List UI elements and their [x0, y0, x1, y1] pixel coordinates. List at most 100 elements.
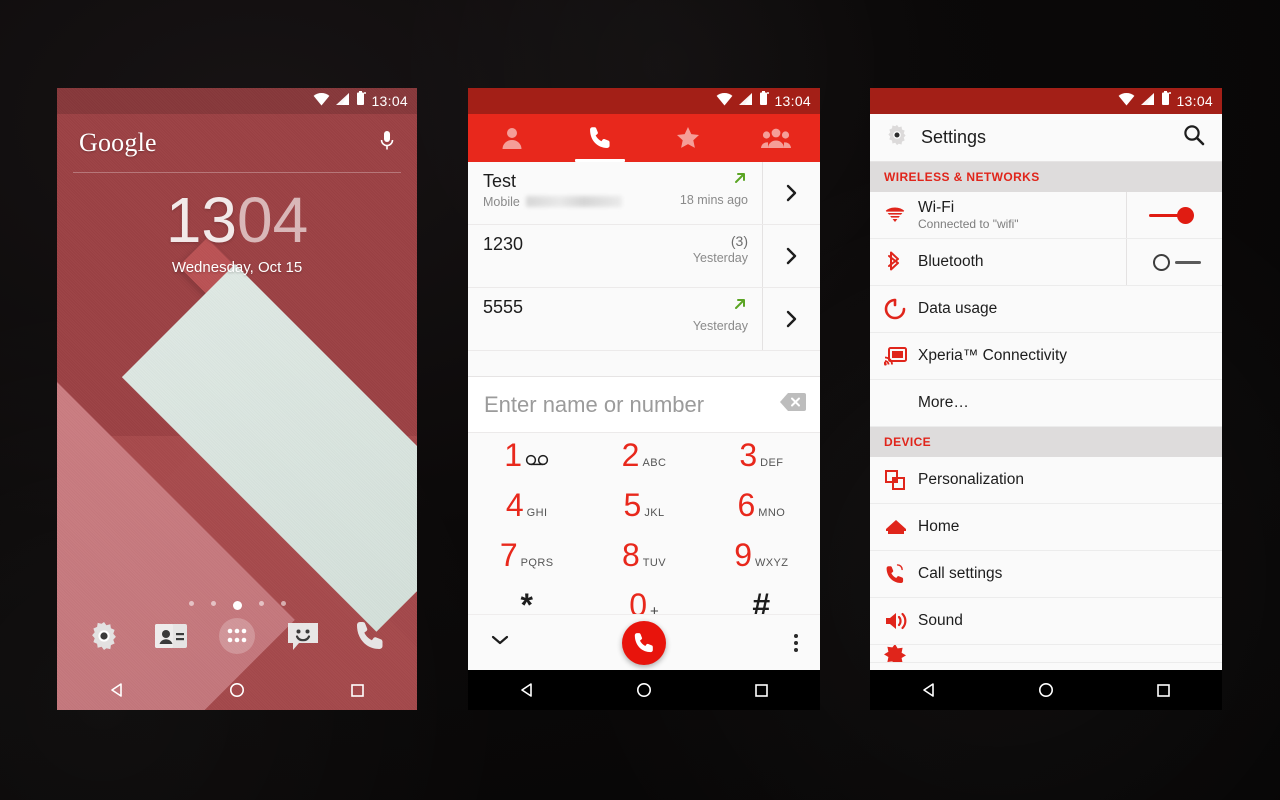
settings-item-label: More…: [918, 394, 969, 412]
signal-icon: [738, 92, 753, 111]
call-log-row[interactable]: 5555 Yesterday: [468, 288, 820, 351]
back-icon[interactable]: [507, 675, 547, 705]
back-icon[interactable]: [97, 675, 137, 705]
key-letters: ABC: [642, 457, 667, 469]
settings-item-label: Data usage: [918, 300, 998, 318]
call-log-main: Test Mobile: [468, 162, 654, 224]
home-icon[interactable]: [1026, 675, 1066, 705]
wifi-toggle[interactable]: [1126, 192, 1222, 238]
microphone-icon[interactable]: [379, 129, 395, 158]
dock-item-app-drawer[interactable]: [215, 614, 259, 658]
status-bar-home[interactable]: 13:04: [57, 88, 417, 114]
settings-item-more[interactable]: More…: [870, 380, 1222, 427]
dialer-bottom-bar: [468, 614, 820, 670]
toggle-switch-off[interactable]: [1147, 253, 1203, 271]
status-bar-dialer[interactable]: 13:04: [468, 88, 820, 114]
battery-icon: [758, 91, 770, 111]
chevron-right-icon: [786, 247, 797, 265]
widget-divider: [73, 172, 401, 173]
recents-icon[interactable]: [1143, 675, 1183, 705]
settings-item-personalization[interactable]: Personalization: [870, 457, 1222, 504]
settings-item-home[interactable]: Home: [870, 504, 1222, 551]
key-digit: 2: [621, 437, 640, 473]
call-log-time: Yesterday: [692, 251, 748, 265]
tab-call-log[interactable]: [556, 114, 644, 162]
call-button[interactable]: [622, 620, 666, 665]
person-icon: [502, 128, 522, 149]
key-letters: MNO: [758, 507, 786, 519]
settings-item-data-usage[interactable]: Data usage: [870, 286, 1222, 333]
key-6[interactable]: 6 MNO: [703, 489, 820, 539]
display-icon: [884, 645, 918, 662]
settings-title-group: Settings: [884, 122, 986, 153]
tab-active-indicator: [575, 159, 625, 162]
search-icon[interactable]: [1182, 123, 1206, 152]
call-log-detail-button[interactable]: [762, 288, 820, 350]
status-bar-settings[interactable]: 13:04: [870, 88, 1222, 114]
recents-icon[interactable]: [337, 675, 377, 705]
cast-icon: [884, 346, 918, 366]
data-usage-icon: [884, 298, 918, 320]
call-log-title: 5555: [483, 297, 524, 317]
overflow-menu-icon[interactable]: [794, 633, 798, 652]
settings-item-bluetooth[interactable]: Bluetooth: [870, 239, 1222, 286]
settings-item-label: Bluetooth: [918, 253, 984, 271]
call-log-row[interactable]: 1230 (3) Yesterday: [468, 225, 820, 288]
key-8[interactable]: 8 TUV: [585, 539, 702, 589]
dock-item-settings[interactable]: [82, 614, 126, 658]
clock-widget[interactable]: 1304 Wednesday, Oct 15: [57, 188, 417, 276]
settings-item-wifi[interactable]: Wi-Fi Connected to "wifi": [870, 192, 1222, 239]
page-indicator: [57, 601, 417, 610]
bluetooth-toggle[interactable]: [1126, 239, 1222, 285]
chevron-down-icon[interactable]: [490, 633, 510, 652]
call-log-main: 1230: [468, 225, 654, 287]
settings-item-xperia-connectivity[interactable]: Xperia™ Connectivity: [870, 333, 1222, 380]
dock-item-phone[interactable]: [348, 614, 392, 658]
dial-input-field[interactable]: Enter name or number: [468, 377, 820, 433]
dock-item-contacts[interactable]: [149, 614, 193, 658]
settings-item-text: Sound: [918, 612, 1222, 630]
google-search-widget[interactable]: Google: [57, 114, 417, 172]
nav-bar-home: [57, 670, 417, 710]
backspace-icon[interactable]: [780, 392, 806, 417]
key-letters: JKL: [644, 507, 665, 519]
tab-favorites[interactable]: [644, 114, 732, 162]
page-dot: [210, 601, 216, 606]
settings-item-partially-visible[interactable]: [870, 645, 1222, 663]
call-log-detail-button[interactable]: [762, 225, 820, 287]
key-letters: GHI: [526, 507, 548, 519]
clock-minutes: 04: [237, 184, 309, 256]
key-7[interactable]: 7 PQRS: [468, 539, 585, 589]
tab-contacts[interactable]: [468, 114, 556, 162]
call-log-meta: Yesterday: [654, 288, 762, 350]
tab-groups[interactable]: [732, 114, 820, 162]
settings-item-label: Xperia™ Connectivity: [918, 347, 1068, 365]
key-1[interactable]: 1: [468, 439, 585, 489]
call-log-row[interactable]: Test Mobile 18 mins ago: [468, 162, 820, 225]
settings-item-label: Home: [918, 518, 960, 536]
status-bar-clock: 13:04: [371, 93, 408, 109]
personalization-icon: [884, 469, 918, 491]
recents-icon[interactable]: [741, 675, 781, 705]
clock-time: 1304: [57, 188, 417, 252]
outgoing-call-icon: [732, 170, 748, 191]
key-4[interactable]: 4 GHI: [468, 489, 585, 539]
call-log-list: Test Mobile 18 mins ago 1230 (3) Yesterd…: [468, 162, 820, 639]
settings-item-sound[interactable]: Sound: [870, 598, 1222, 645]
key-2[interactable]: 2 ABC: [585, 439, 702, 489]
phone-icon: [590, 127, 610, 148]
settings-item-label: Wi-Fi: [918, 198, 955, 216]
key-3[interactable]: 3 DEF: [703, 439, 820, 489]
redacted-number: [525, 196, 622, 208]
call-log-detail-button[interactable]: [762, 162, 820, 224]
settings-item-text: Personalization: [918, 471, 1222, 489]
key-5[interactable]: 5 JKL: [585, 489, 702, 539]
key-9[interactable]: 9 WXYZ: [703, 539, 820, 589]
back-icon[interactable]: [909, 675, 949, 705]
settings-item-call-settings[interactable]: Call settings: [870, 551, 1222, 598]
dock-item-messaging[interactable]: [281, 614, 325, 658]
home-icon[interactable]: [624, 675, 664, 705]
status-bar-clock: 13:04: [1176, 93, 1213, 109]
toggle-switch-on[interactable]: [1147, 206, 1203, 224]
home-icon[interactable]: [217, 675, 257, 705]
